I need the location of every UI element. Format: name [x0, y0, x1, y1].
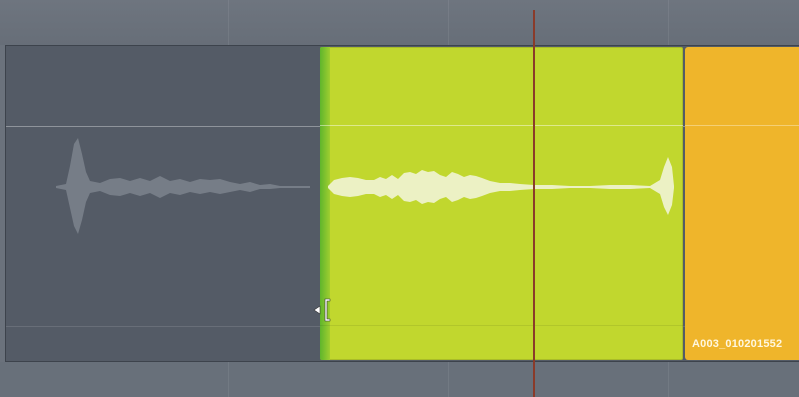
- playhead[interactable]: [533, 10, 535, 397]
- next-audio-clip[interactable]: A003_010201552: [685, 47, 799, 360]
- timeline-bottom-strip: [0, 362, 799, 397]
- timeline[interactable]: A003_010201552: [0, 0, 799, 397]
- trim-edit-cursor-icon: [313, 298, 331, 322]
- clip-name: A003_010201552: [692, 338, 783, 350]
- timeline-top-strip: [0, 0, 799, 45]
- clip-volume-line[interactable]: [685, 125, 799, 126]
- selected-clip-waveform: [328, 157, 674, 215]
- selected-audio-clip[interactable]: [320, 47, 683, 360]
- previous-clip-waveform: [56, 138, 310, 234]
